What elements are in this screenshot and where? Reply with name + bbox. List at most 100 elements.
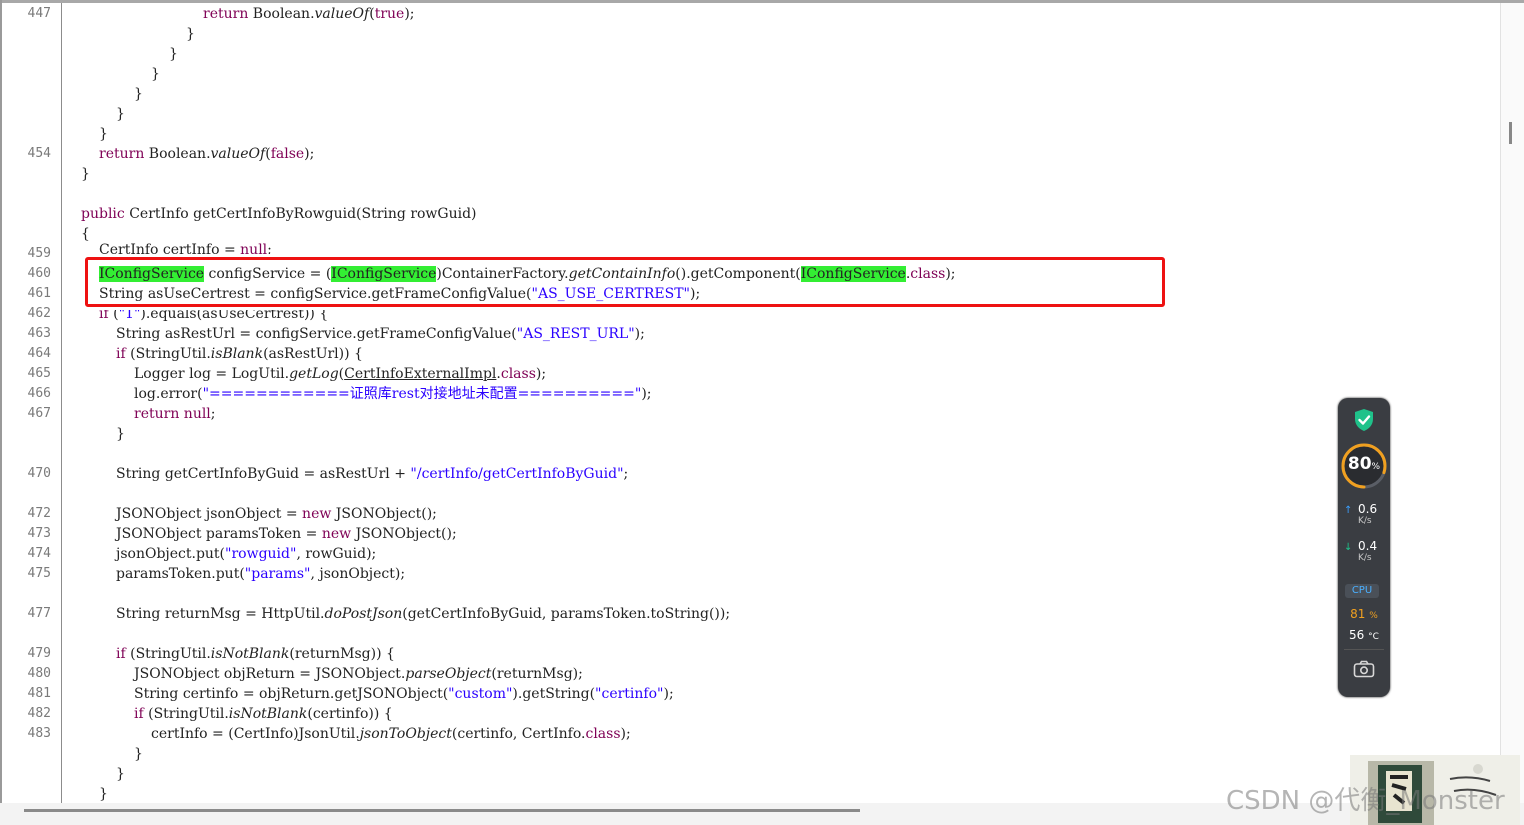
code-text: ); — [620, 726, 631, 742]
code-line: } — [116, 106, 125, 122]
code-text: ( — [108, 310, 119, 322]
keyword: new — [302, 506, 332, 522]
code-text: certInfo = (CertInfo)JsonUtil. — [151, 726, 360, 742]
keyword: null — [183, 406, 211, 422]
code-line: return Boolean.valueOf(false); — [99, 144, 314, 164]
code-line: } — [81, 166, 90, 182]
code-text: JSONObject jsonObject = — [116, 506, 303, 522]
code-text: (StringUtil. — [125, 346, 211, 362]
code-text: (certinfo)) { — [307, 706, 393, 722]
code-line: String asRestUrl = configService.getFram… — [116, 324, 645, 344]
keyword: null — [240, 242, 268, 254]
system-monitor-widget[interactable]: 80% ↑ 0.6 K/s ↓ 0.4 K/s CPU 81 % 56 °C — [1338, 398, 1390, 697]
code-line: JSONObject jsonObject = new JSONObject()… — [116, 504, 437, 524]
cpu-label: CPU — [1345, 584, 1379, 598]
keyword: if — [99, 310, 109, 322]
keyword: if — [134, 706, 144, 722]
code-line: return Boolean.valueOf(true); — [203, 4, 415, 24]
code-text: CertInfo getCertInfoByRowguid(String row… — [124, 206, 477, 222]
code-text: ); — [663, 686, 674, 702]
code-line: certInfo = (CertInfo)JsonUtil.jsonToObje… — [151, 724, 631, 744]
line-number: 467 — [27, 406, 51, 421]
keyword: true — [374, 6, 405, 22]
line-number: 481 — [27, 686, 51, 701]
code-line: } — [186, 26, 195, 42]
code-text: (asRestUrl)) { — [263, 346, 363, 362]
code-text: (certinfo, CertInfo. — [451, 726, 586, 742]
line-number: 482 — [27, 706, 51, 721]
string-literal: "certinfo" — [595, 686, 664, 702]
line-number: 470 — [27, 466, 51, 481]
code-text: String getCertInfoByGuid = asRestUrl + — [116, 466, 411, 482]
code-line: log.error("============证照库rest对接地址未配置===… — [134, 384, 652, 404]
vertical-scrollbar-thumb[interactable] — [1509, 122, 1512, 144]
code-text: String returnMsg = HttpUtil. — [116, 606, 325, 622]
code-text: , rowGuid); — [296, 546, 377, 562]
highlight-annotation-box — [85, 257, 1165, 307]
keyword: return — [203, 6, 249, 22]
code-line: } — [99, 786, 108, 802]
line-number: 483 — [27, 726, 51, 741]
code-text: ).getString( — [512, 686, 596, 702]
method: valueOf — [314, 6, 370, 22]
string-literal: "/certInfo/getCertInfoByGuid" — [410, 466, 624, 482]
code-text: ); — [304, 146, 315, 162]
code-text: ; — [267, 242, 272, 254]
download-unit: K/s — [1358, 553, 1372, 563]
code-line: String returnMsg = HttpUtil.doPostJson(g… — [116, 604, 730, 624]
code-line: if (StringUtil.isNotBlank(returnMsg)) { — [116, 644, 395, 664]
code-line: String getCertInfoByGuid = asRestUrl + "… — [116, 464, 628, 484]
code-text: JSONObject(); — [351, 526, 457, 542]
keyword: class — [500, 366, 536, 382]
line-number: 480 — [27, 666, 51, 681]
line-number: 463 — [27, 326, 51, 341]
keyword: return — [134, 406, 180, 422]
string-literal: "1" — [118, 310, 141, 322]
download-arrow-icon: ↓ — [1344, 542, 1353, 553]
watermark-text: CSDN @代衡_Monster — [1226, 786, 1505, 816]
string-literal: "params" — [244, 566, 311, 582]
string-literal: "custom" — [448, 686, 513, 702]
code-line: jsonObject.put("rowguid", rowGuid); — [116, 544, 376, 564]
line-number: 454 — [27, 146, 51, 161]
line-number: 472 — [27, 506, 51, 521]
method: isBlank — [210, 346, 264, 362]
code-editor[interactable]: return Boolean.valueOf(true); } } } } } … — [62, 3, 1500, 803]
line-number-gutter: 447 454 459 460 461 462 463 464 465 466 … — [2, 3, 62, 803]
line-number: 461 — [27, 286, 51, 301]
shield-check-icon[interactable] — [1353, 408, 1375, 432]
class-link[interactable]: CertInfoExternalImpl — [344, 366, 496, 382]
upload-unit: K/s — [1358, 516, 1372, 526]
download-value: 0.4 — [1358, 539, 1378, 553]
code-text: (returnMsg); — [491, 666, 583, 682]
code-text: ); — [535, 366, 547, 382]
line-number: 464 — [27, 346, 51, 361]
code-line: Logger log = LogUtil.getLog(CertInfoExte… — [134, 364, 546, 384]
code-line: } — [116, 426, 125, 442]
code-line: JSONObject objReturn = JSONObject.parseO… — [134, 664, 583, 684]
method: isNotBlank — [228, 706, 308, 722]
line-number: 459 — [27, 246, 51, 261]
code-line: CertInfo certInfo = null; — [99, 240, 272, 254]
code-text: ).equals(asUseCertrest)) { — [140, 310, 329, 322]
code-line: } — [116, 766, 125, 782]
code-text: (StringUtil. — [125, 646, 211, 662]
line-number: 477 — [27, 606, 51, 621]
code-text: String certinfo = objReturn.getJSONObjec… — [134, 686, 449, 702]
keyword: false — [270, 146, 305, 162]
widget-divider — [1344, 649, 1384, 650]
code-line: if (StringUtil.isNotBlank(certinfo)) { — [134, 704, 393, 724]
code-text: ; — [210, 406, 216, 422]
code-text: JSONObject objReturn = JSONObject. — [134, 666, 406, 682]
method: getLog — [289, 366, 339, 382]
code-text: ); — [634, 326, 645, 342]
camera-icon[interactable] — [1353, 660, 1375, 678]
vertical-scrollbar[interactable] — [1500, 3, 1524, 803]
line-number: 466 — [27, 386, 51, 401]
line-number: 447 — [27, 6, 51, 21]
code-text: ); — [641, 386, 652, 402]
code-line: } — [99, 126, 108, 142]
code-text: ); — [404, 6, 415, 22]
horizontal-scrollbar-thumb[interactable] — [24, 809, 860, 812]
upload-arrow-icon: ↑ — [1344, 505, 1353, 516]
